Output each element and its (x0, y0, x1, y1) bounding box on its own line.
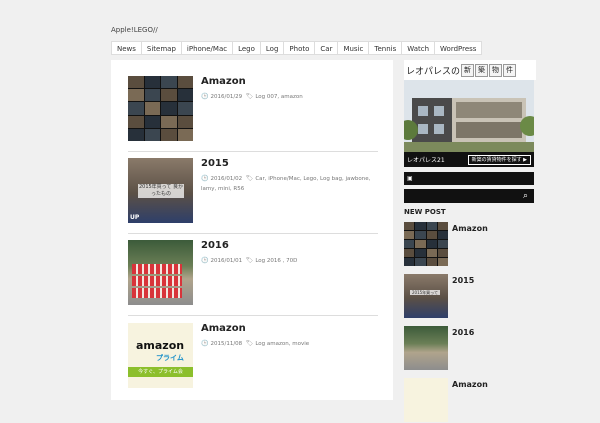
new-post-item[interactable]: 2016 (404, 326, 534, 371)
sidebar: レオパレスの 新 築 物 件 レオパレス21 新築の賃貸物件を探す ▶ ▣ ⌕ … (398, 60, 540, 422)
amazon-logo: amazon (136, 339, 185, 352)
post-title[interactable]: Amazon (201, 323, 246, 334)
post-title[interactable]: 2015 (201, 158, 229, 169)
post-tags[interactable]: Log 007, amazon (255, 94, 302, 100)
tag-icon: 🏷 (245, 93, 254, 100)
post-meta: 🕒 2016/01/01 🏷 Log 2016 , 70D (201, 256, 381, 266)
post-list: Amazon 🕒 2016/01/29 🏷 Log 007, amazon 2015… (111, 60, 393, 400)
rss-bar[interactable]: ▣ (404, 172, 534, 185)
post-date: 2016/01/02 (210, 176, 243, 182)
nav-sitemap[interactable]: Sitemap (141, 41, 182, 55)
post-tags[interactable]: Log amazon, movie (255, 341, 309, 347)
new-post-item[interactable]: Amazon (404, 378, 534, 423)
post-thumbnail[interactable]: 2015年買って 良かったもの UP (128, 158, 193, 223)
tag-icon: 🏷 (245, 175, 254, 182)
nav-tennis[interactable]: Tennis (369, 41, 403, 55)
new-post-thumbnail[interactable] (404, 326, 448, 370)
ad-title: レオパレスの (406, 66, 461, 77)
post-title[interactable]: 2016 (201, 240, 229, 251)
post-thumbnail[interactable]: amazon プライム 今すぐ、プライム会 (128, 323, 193, 388)
ad-box: 新 (461, 63, 475, 77)
post-date: 2016/01/29 (210, 94, 243, 100)
new-post-item[interactable]: 2015年買って 2015 (404, 274, 534, 319)
nav-photo[interactable]: Photo (284, 41, 316, 55)
tag-icon: 🏷 (245, 257, 254, 264)
ad-banner[interactable]: レオパレスの 新 築 物 件 レオパレス21 新築の賃貸物件を探す ▶ (398, 60, 540, 167)
search-bar[interactable]: ⌕ (404, 189, 534, 203)
nav-news[interactable]: News (112, 41, 142, 55)
post-date: 2015/11/08 (210, 341, 243, 347)
ad-search-button[interactable]: 新築の賃貸物件を探す ▶ (467, 154, 531, 165)
thumbnail-caption: 2015年買って (410, 290, 440, 295)
tag-icon: 🏷 (245, 340, 254, 347)
new-post-thumbnail[interactable] (404, 222, 448, 266)
prime-logo: プライム (156, 354, 184, 362)
new-post-item[interactable]: Amazon (404, 222, 534, 267)
nav-wordpress[interactable]: WordPress (435, 41, 483, 55)
main-nav: News Sitemap iPhone/Mac Lego Log Photo C… (111, 41, 483, 55)
post-meta: 🕒 2015/11/08 🏷 Log amazon, movie (201, 339, 381, 349)
nav-car[interactable]: Car (315, 41, 339, 55)
search-icon[interactable]: ⌕ (523, 190, 528, 202)
nav-music[interactable]: Music (338, 41, 370, 55)
new-post-thumbnail[interactable]: 2015年買って (404, 274, 448, 318)
new-post-title[interactable]: 2016 (452, 328, 474, 337)
post-thumbnail[interactable] (128, 76, 193, 141)
rss-icon[interactable]: ▣ (407, 175, 413, 182)
thumbnail-caption: 2015年買って 良かったもの (138, 184, 184, 198)
ad-brand: レオパレス21 (407, 157, 445, 164)
post-title[interactable]: Amazon (201, 76, 246, 87)
ad-box: 物 (489, 63, 503, 77)
post-tags[interactable]: Log 2016 , 70D (255, 258, 297, 264)
thumbnail-strip: 今すぐ、プライム会 (128, 367, 193, 377)
site-title[interactable]: Apple!LEGO// (111, 26, 158, 34)
nav-log[interactable]: Log (260, 41, 285, 55)
post-meta: 🕒 2016/01/02 🏷 Car, iPhone/Mac, Lego, Log … (201, 174, 381, 194)
new-post-title[interactable]: 2015 (452, 276, 474, 285)
ad-headline: レオパレスの 新 築 物 件 (404, 60, 536, 80)
post-thumbnail[interactable] (128, 240, 193, 305)
ad-building-image (398, 80, 540, 152)
new-post-thumbnail[interactable] (404, 378, 448, 422)
post-item: 2015年買って 良かったもの UP 2015 🕒 2016/01/02 🏷 Car… (128, 142, 381, 234)
ad-footer: レオパレス21 新築の賃貸物件を探す ▶ (404, 152, 534, 167)
thumbnail-badge: UP (130, 214, 140, 221)
post-item: amazon プライム 今すぐ、プライム会 Amazon 🕒 2015/11/08… (128, 307, 381, 388)
post-meta: 🕒 2016/01/29 🏷 Log 007, amazon (201, 92, 381, 102)
ad-box: 件 (503, 63, 517, 77)
post-item: Amazon 🕒 2016/01/29 🏷 Log 007, amazon (128, 60, 381, 152)
clock-icon: 🕒 (201, 340, 209, 347)
post-item: 2016 🕒 2016/01/01 🏷 Log 2016 , 70D (128, 224, 381, 316)
new-post-title[interactable]: Amazon (452, 380, 488, 389)
post-date: 2016/01/01 (210, 258, 243, 264)
ad-box: 築 (475, 63, 489, 77)
nav-iphone-mac[interactable]: iPhone/Mac (181, 41, 234, 55)
new-post-title[interactable]: Amazon (452, 224, 488, 233)
clock-icon: 🕒 (201, 175, 209, 182)
nav-watch[interactable]: Watch (402, 41, 436, 55)
clock-icon: 🕒 (201, 93, 209, 100)
clock-icon: 🕒 (201, 257, 209, 264)
nav-lego[interactable]: Lego (233, 41, 261, 55)
new-post-heading: NEW POST (404, 208, 446, 216)
